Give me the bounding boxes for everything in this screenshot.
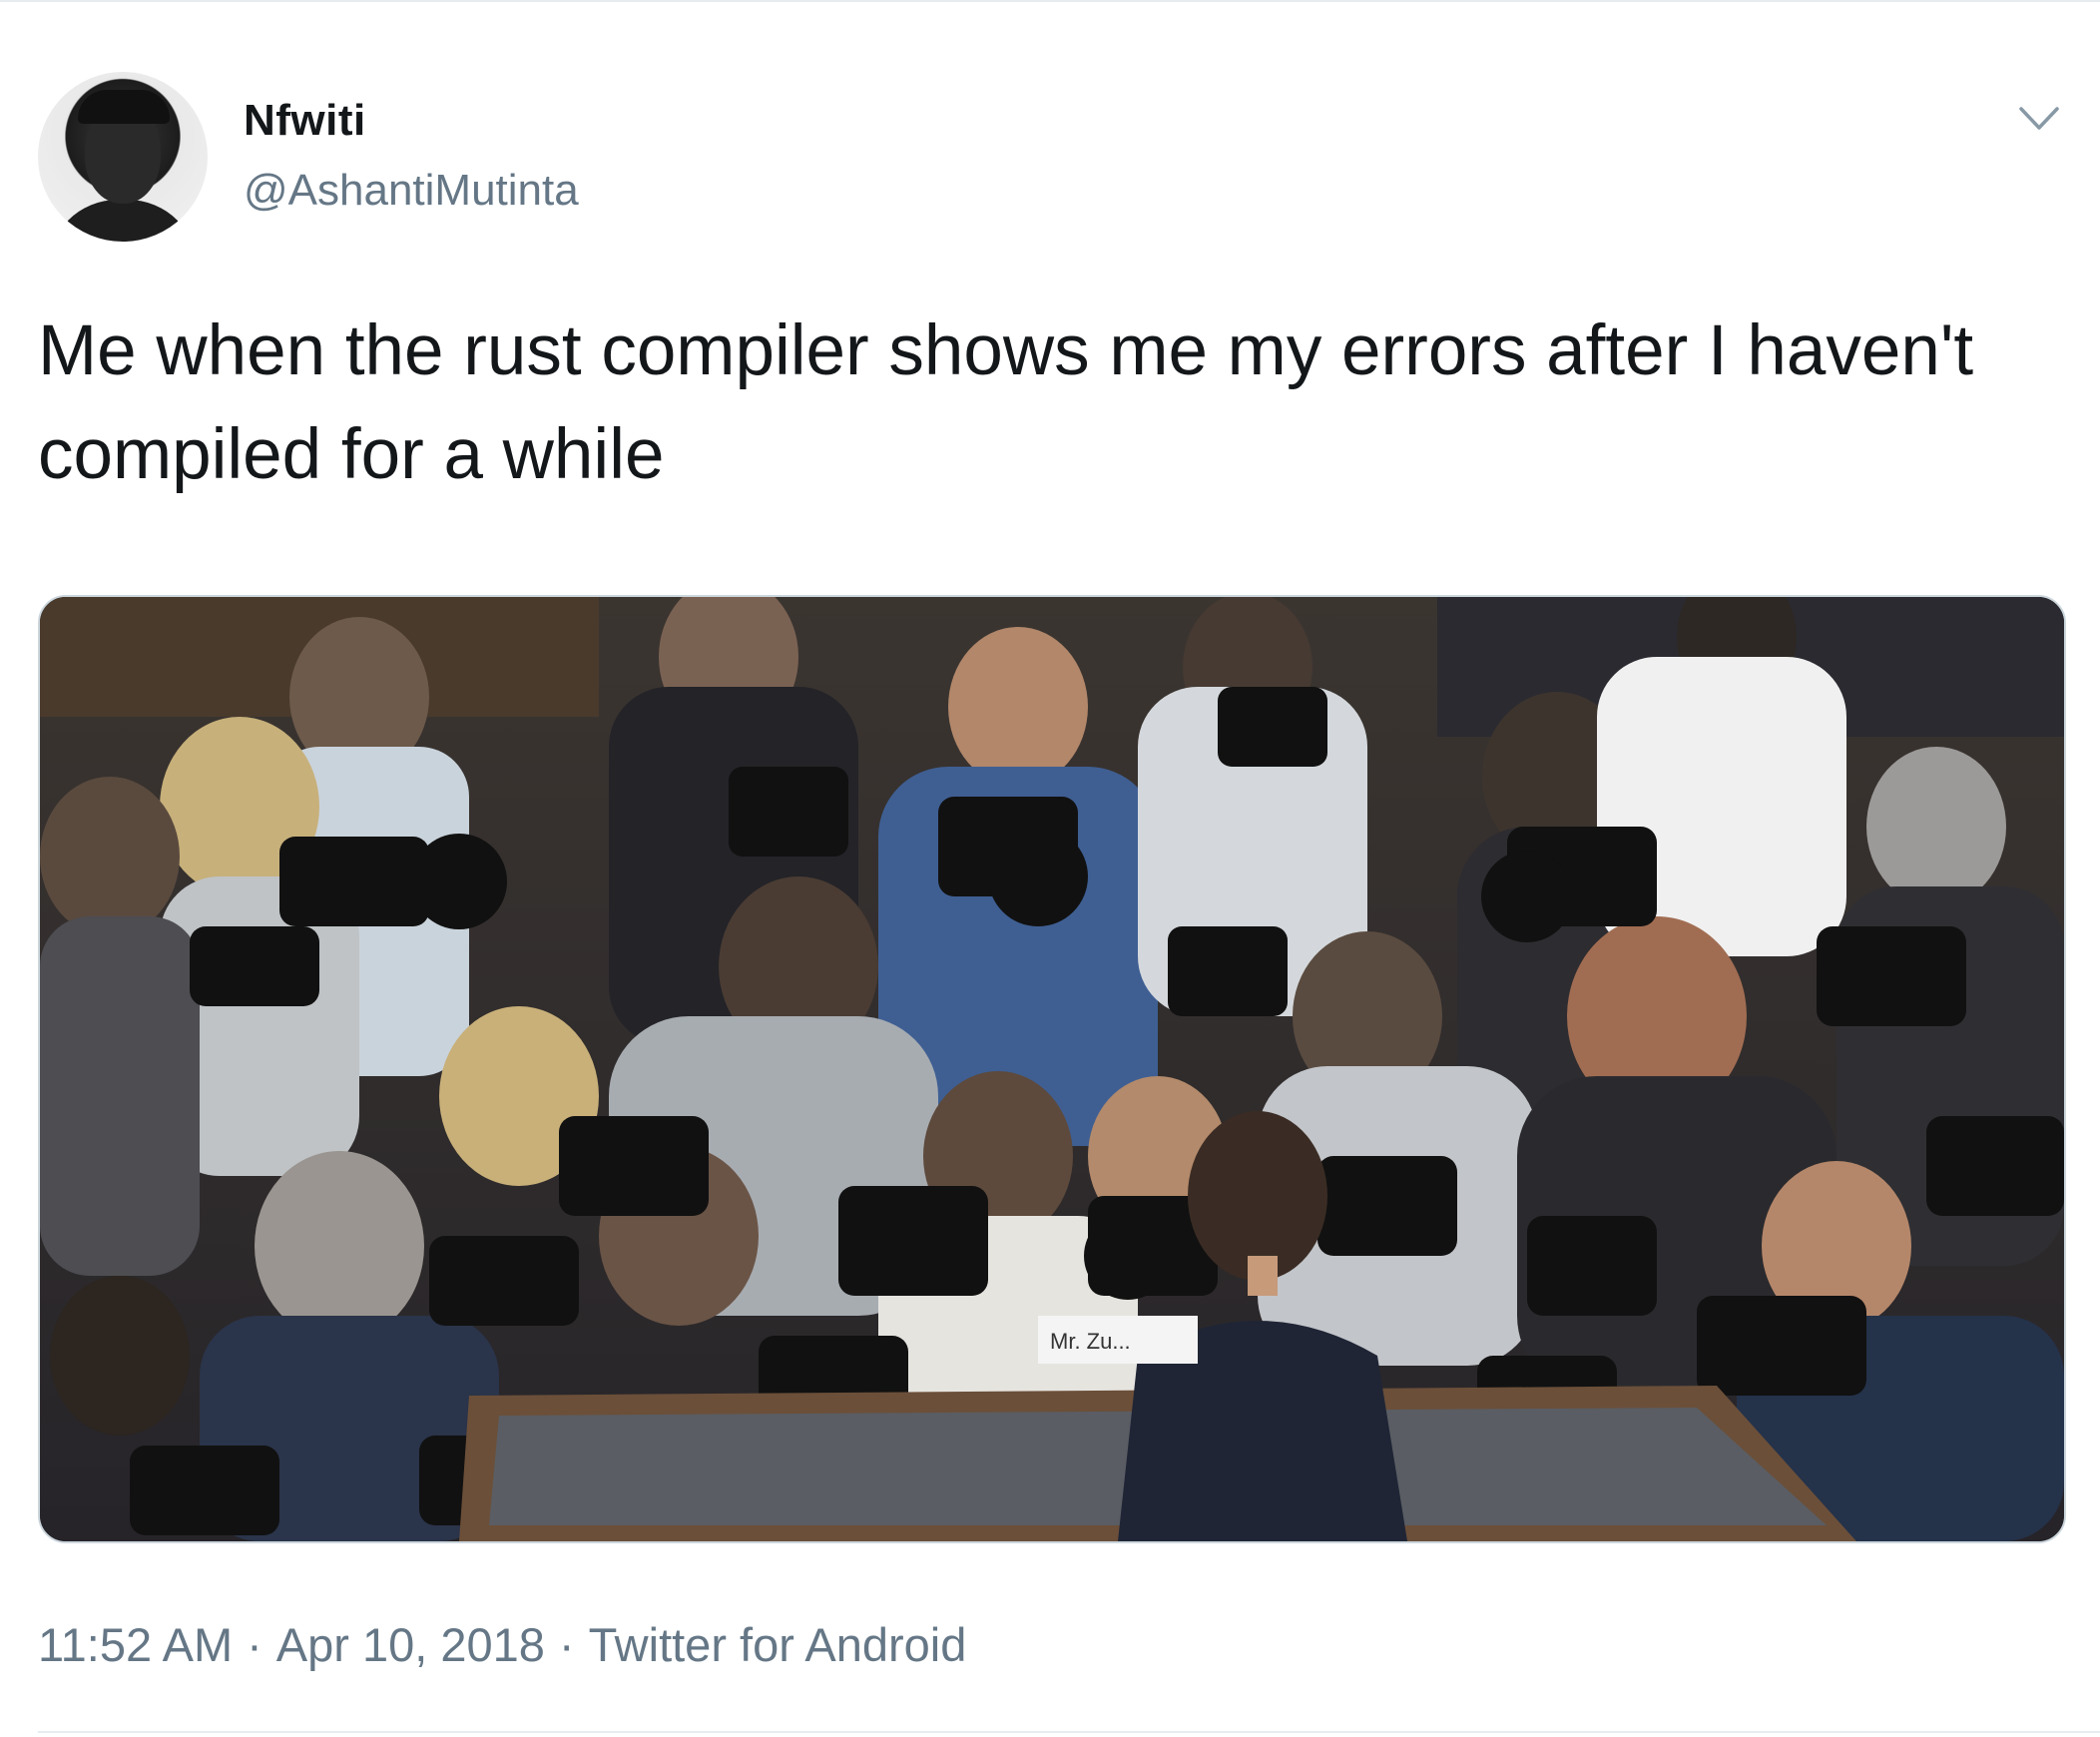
- meta-separator: ·: [558, 1618, 575, 1671]
- top-divider: [0, 0, 2100, 2]
- avatar-shoulders: [48, 200, 198, 242]
- photo-illustration: Mr. Zu...: [40, 597, 2064, 1541]
- meta-separator: ·: [247, 1618, 262, 1671]
- bottom-divider: [38, 1731, 2100, 1733]
- tweet-source[interactable]: Twitter for Android: [589, 1618, 967, 1671]
- tweet-time[interactable]: 11:52 AM: [38, 1618, 233, 1671]
- avatar-headwrap: [78, 90, 170, 124]
- author-avatar[interactable]: [38, 72, 208, 242]
- tweet-date[interactable]: Apr 10, 2018: [276, 1618, 545, 1671]
- author-name[interactable]: Nfwiti: [244, 96, 366, 146]
- tweet-photo[interactable]: Mr. Zu...: [38, 595, 2066, 1543]
- author-handle[interactable]: @AshantiMutinta: [244, 166, 579, 216]
- tweet-meta: 11:52 AM · Apr 10, 2018 · Twitter for Androi…: [38, 1617, 966, 1672]
- tweet-text: Me when the rust compiler shows me my er…: [38, 311, 1974, 494]
- chevron-down-icon[interactable]: [2018, 104, 2060, 134]
- placard-text: Mr. Zu...: [1050, 1329, 1131, 1354]
